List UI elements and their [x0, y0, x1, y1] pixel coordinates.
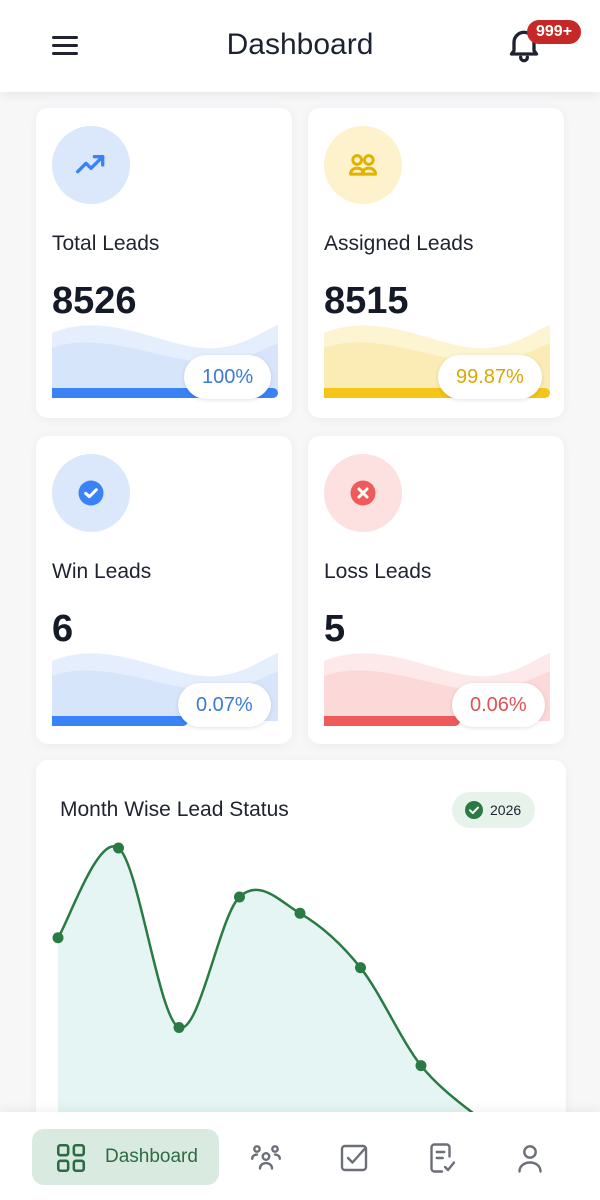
stat-card-total-leads[interactable]: Total Leads 8526 100% — [36, 108, 292, 418]
team-icon — [251, 1145, 281, 1170]
chart-point[interactable] — [415, 1060, 427, 1072]
checkbox-icon — [340, 1144, 368, 1172]
trending-up-icon-badge — [52, 126, 130, 204]
chart-point[interactable] — [294, 907, 306, 919]
stat-card-win-leads[interactable]: Win Leads 6 0.07% — [36, 436, 292, 744]
nav-item-label: Dashboard — [105, 1146, 198, 1167]
profile-icon — [518, 1145, 542, 1173]
x-circle-icon-badge — [324, 454, 402, 532]
nav-item-dashboard[interactable]: Dashboard — [32, 1129, 219, 1185]
stat-card-assigned-leads[interactable]: Assigned Leads 8515 99.87% — [308, 108, 564, 418]
users-icon-badge — [324, 126, 402, 204]
month-wise-chart-card: Month Wise Lead Status 2026 — [36, 760, 566, 1130]
notification-badge: 999+ — [527, 20, 582, 44]
nav-item-team[interactable] — [244, 1136, 288, 1180]
x-circle-icon — [350, 480, 376, 506]
card-label: Win Leads — [52, 560, 152, 583]
bottom-navigation: Dashboard — [0, 1112, 600, 1200]
chart-point[interactable] — [173, 1022, 185, 1034]
document-check-icon — [430, 1143, 456, 1173]
chart-title: Month Wise Lead Status — [60, 798, 289, 821]
app-header: Dashboard 999+ — [0, 0, 600, 92]
check-circle-icon — [465, 800, 483, 819]
chart-point[interactable] — [355, 962, 366, 974]
chart-area-fill — [58, 846, 482, 1120]
trending-up-icon — [76, 155, 105, 174]
dashboard-icon — [56, 1143, 86, 1173]
check-circle-icon-badge — [52, 454, 130, 532]
nav-item-profile[interactable] — [508, 1136, 552, 1180]
progress-bar — [52, 716, 188, 726]
check-circle-icon — [78, 480, 104, 506]
percent-pill: 99.87% — [438, 355, 542, 399]
percent-pill: 0.06% — [452, 683, 545, 727]
nav-item-reports[interactable] — [420, 1136, 464, 1180]
nav-item-tasks[interactable] — [332, 1136, 376, 1180]
card-label: Total Leads — [52, 232, 160, 255]
percent-pill: 0.07% — [178, 683, 271, 727]
year-filter-button[interactable]: 2026 — [452, 792, 536, 828]
chart-point[interactable] — [113, 842, 124, 854]
progress-bar — [324, 716, 460, 726]
users-icon — [349, 154, 377, 176]
stat-card-loss-leads[interactable]: Loss Leads 5 0.06% — [308, 436, 564, 744]
chart-point[interactable] — [234, 891, 245, 903]
percent-pill: 100% — [184, 355, 272, 399]
chart-point[interactable] — [52, 932, 64, 944]
card-label: Assigned Leads — [324, 232, 474, 255]
card-label: Loss Leads — [324, 560, 432, 583]
year-filter-label: 2026 — [490, 802, 522, 818]
